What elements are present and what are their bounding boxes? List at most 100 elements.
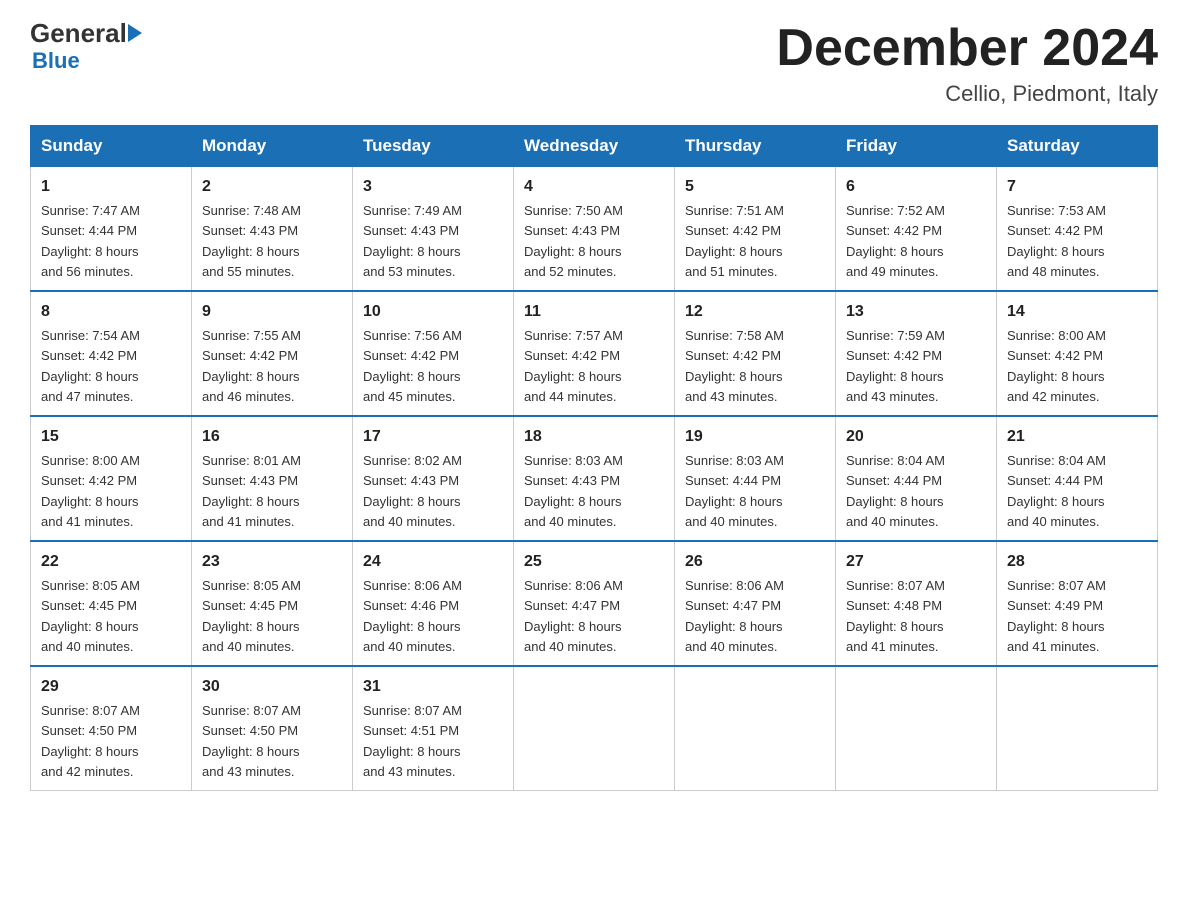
day-number: 7	[1007, 175, 1147, 199]
logo: General Blue	[30, 20, 143, 74]
table-row: 11 Sunrise: 7:57 AMSunset: 4:42 PMDayligh…	[514, 291, 675, 416]
table-row: 19 Sunrise: 8:03 AMSunset: 4:44 PMDayligh…	[675, 416, 836, 541]
table-row	[997, 666, 1158, 791]
table-row: 14 Sunrise: 8:00 AMSunset: 4:42 PMDayligh…	[997, 291, 1158, 416]
calendar-table: Sunday Monday Tuesday Wednesday Thursday…	[30, 125, 1158, 791]
day-info: Sunrise: 7:54 AMSunset: 4:42 PMDaylight:…	[41, 328, 140, 404]
day-info: Sunrise: 8:05 AMSunset: 4:45 PMDaylight:…	[41, 578, 140, 654]
table-row: 27 Sunrise: 8:07 AMSunset: 4:48 PMDayligh…	[836, 541, 997, 666]
day-info: Sunrise: 7:59 AMSunset: 4:42 PMDaylight:…	[846, 328, 945, 404]
day-info: Sunrise: 8:06 AMSunset: 4:46 PMDaylight:…	[363, 578, 462, 654]
day-number: 26	[685, 550, 825, 574]
col-monday: Monday	[192, 126, 353, 167]
calendar-week-5: 29Sunrise: 8:07 AMSunset: 4:50 PMDayligh…	[31, 666, 1158, 791]
table-row: 5 Sunrise: 7:51 AMSunset: 4:42 PMDaylight…	[675, 167, 836, 292]
day-info: Sunrise: 7:56 AMSunset: 4:42 PMDaylight:…	[363, 328, 462, 404]
table-row: 18 Sunrise: 8:03 AMSunset: 4:43 PMDayligh…	[514, 416, 675, 541]
day-number: 5	[685, 175, 825, 199]
col-wednesday: Wednesday	[514, 126, 675, 167]
day-info: Sunrise: 8:04 AMSunset: 4:44 PMDaylight:…	[1007, 453, 1106, 529]
day-number: 18	[524, 425, 664, 449]
day-number: 12	[685, 300, 825, 324]
table-row: 3 Sunrise: 7:49 AMSunset: 4:43 PMDaylight…	[353, 167, 514, 292]
day-info: Sunrise: 8:01 AMSunset: 4:43 PMDaylight:…	[202, 453, 301, 529]
day-info: Sunrise: 8:03 AMSunset: 4:43 PMDaylight:…	[524, 453, 623, 529]
table-row: 22Sunrise: 8:05 AMSunset: 4:45 PMDayligh…	[31, 541, 192, 666]
table-row: 15Sunrise: 8:00 AMSunset: 4:42 PMDayligh…	[31, 416, 192, 541]
day-number: 6	[846, 175, 986, 199]
table-row	[514, 666, 675, 791]
col-sunday: Sunday	[31, 126, 192, 167]
day-info: Sunrise: 8:04 AMSunset: 4:44 PMDaylight:…	[846, 453, 945, 529]
table-row: 23 Sunrise: 8:05 AMSunset: 4:45 PMDayligh…	[192, 541, 353, 666]
day-number: 15	[41, 425, 181, 449]
calendar-week-1: 1 Sunrise: 7:47 AMSunset: 4:44 PMDaylight…	[31, 167, 1158, 292]
day-number: 20	[846, 425, 986, 449]
table-row: 10 Sunrise: 7:56 AMSunset: 4:42 PMDayligh…	[353, 291, 514, 416]
col-friday: Friday	[836, 126, 997, 167]
day-number: 3	[363, 175, 503, 199]
day-number: 13	[846, 300, 986, 324]
day-info: Sunrise: 7:57 AMSunset: 4:42 PMDaylight:…	[524, 328, 623, 404]
table-row: 30Sunrise: 8:07 AMSunset: 4:50 PMDayligh…	[192, 666, 353, 791]
table-row: 25 Sunrise: 8:06 AMSunset: 4:47 PMDayligh…	[514, 541, 675, 666]
col-saturday: Saturday	[997, 126, 1158, 167]
table-row: 16 Sunrise: 8:01 AMSunset: 4:43 PMDayligh…	[192, 416, 353, 541]
day-number: 4	[524, 175, 664, 199]
calendar-week-2: 8 Sunrise: 7:54 AMSunset: 4:42 PMDaylight…	[31, 291, 1158, 416]
day-number: 28	[1007, 550, 1147, 574]
day-info: Sunrise: 7:47 AMSunset: 4:44 PMDaylight:…	[41, 203, 140, 279]
col-tuesday: Tuesday	[353, 126, 514, 167]
day-info: Sunrise: 7:55 AMSunset: 4:42 PMDaylight:…	[202, 328, 301, 404]
day-number: 16	[202, 425, 342, 449]
day-info: Sunrise: 8:03 AMSunset: 4:44 PMDaylight:…	[685, 453, 784, 529]
day-info: Sunrise: 8:00 AMSunset: 4:42 PMDaylight:…	[1007, 328, 1106, 404]
table-row: 12 Sunrise: 7:58 AMSunset: 4:42 PMDayligh…	[675, 291, 836, 416]
day-number: 8	[41, 300, 181, 324]
day-info: Sunrise: 7:48 AMSunset: 4:43 PMDaylight:…	[202, 203, 301, 279]
day-number: 1	[41, 175, 181, 199]
table-row: 8 Sunrise: 7:54 AMSunset: 4:42 PMDaylight…	[31, 291, 192, 416]
day-info: Sunrise: 7:49 AMSunset: 4:43 PMDaylight:…	[363, 203, 462, 279]
page-subtitle: Cellio, Piedmont, Italy	[776, 81, 1158, 107]
day-info: Sunrise: 7:52 AMSunset: 4:42 PMDaylight:…	[846, 203, 945, 279]
table-row: 2Sunrise: 7:48 AMSunset: 4:43 PMDaylight…	[192, 167, 353, 292]
day-number: 11	[524, 300, 664, 324]
table-row: 31Sunrise: 8:07 AMSunset: 4:51 PMDayligh…	[353, 666, 514, 791]
day-info: Sunrise: 8:07 AMSunset: 4:50 PMDaylight:…	[202, 703, 301, 779]
day-number: 17	[363, 425, 503, 449]
day-number: 9	[202, 300, 342, 324]
table-row: 4Sunrise: 7:50 AMSunset: 4:43 PMDaylight…	[514, 167, 675, 292]
table-row	[675, 666, 836, 791]
header: General Blue December 2024 Cellio, Piedm…	[30, 20, 1158, 107]
title-area: December 2024 Cellio, Piedmont, Italy	[776, 20, 1158, 107]
table-row: 6 Sunrise: 7:52 AMSunset: 4:42 PMDaylight…	[836, 167, 997, 292]
day-number: 25	[524, 550, 664, 574]
table-row: 7Sunrise: 7:53 AMSunset: 4:42 PMDaylight…	[997, 167, 1158, 292]
day-info: Sunrise: 8:07 AMSunset: 4:48 PMDaylight:…	[846, 578, 945, 654]
day-number: 14	[1007, 300, 1147, 324]
table-row: 17Sunrise: 8:02 AMSunset: 4:43 PMDayligh…	[353, 416, 514, 541]
day-info: Sunrise: 8:07 AMSunset: 4:50 PMDaylight:…	[41, 703, 140, 779]
day-number: 19	[685, 425, 825, 449]
day-info: Sunrise: 8:06 AMSunset: 4:47 PMDaylight:…	[685, 578, 784, 654]
table-row: 21Sunrise: 8:04 AMSunset: 4:44 PMDayligh…	[997, 416, 1158, 541]
day-info: Sunrise: 7:58 AMSunset: 4:42 PMDaylight:…	[685, 328, 784, 404]
day-info: Sunrise: 7:51 AMSunset: 4:42 PMDaylight:…	[685, 203, 784, 279]
day-number: 27	[846, 550, 986, 574]
day-info: Sunrise: 8:05 AMSunset: 4:45 PMDaylight:…	[202, 578, 301, 654]
day-number: 24	[363, 550, 503, 574]
table-row: 20 Sunrise: 8:04 AMSunset: 4:44 PMDayligh…	[836, 416, 997, 541]
page-title: December 2024	[776, 20, 1158, 77]
calendar-week-3: 15Sunrise: 8:00 AMSunset: 4:42 PMDayligh…	[31, 416, 1158, 541]
day-number: 23	[202, 550, 342, 574]
day-info: Sunrise: 8:07 AMSunset: 4:51 PMDaylight:…	[363, 703, 462, 779]
day-info: Sunrise: 8:07 AMSunset: 4:49 PMDaylight:…	[1007, 578, 1106, 654]
col-thursday: Thursday	[675, 126, 836, 167]
day-number: 10	[363, 300, 503, 324]
day-info: Sunrise: 8:06 AMSunset: 4:47 PMDaylight:…	[524, 578, 623, 654]
calendar-header-row: Sunday Monday Tuesday Wednesday Thursday…	[31, 126, 1158, 167]
table-row: 28 Sunrise: 8:07 AMSunset: 4:49 PMDayligh…	[997, 541, 1158, 666]
table-row	[836, 666, 997, 791]
table-row: 29Sunrise: 8:07 AMSunset: 4:50 PMDayligh…	[31, 666, 192, 791]
